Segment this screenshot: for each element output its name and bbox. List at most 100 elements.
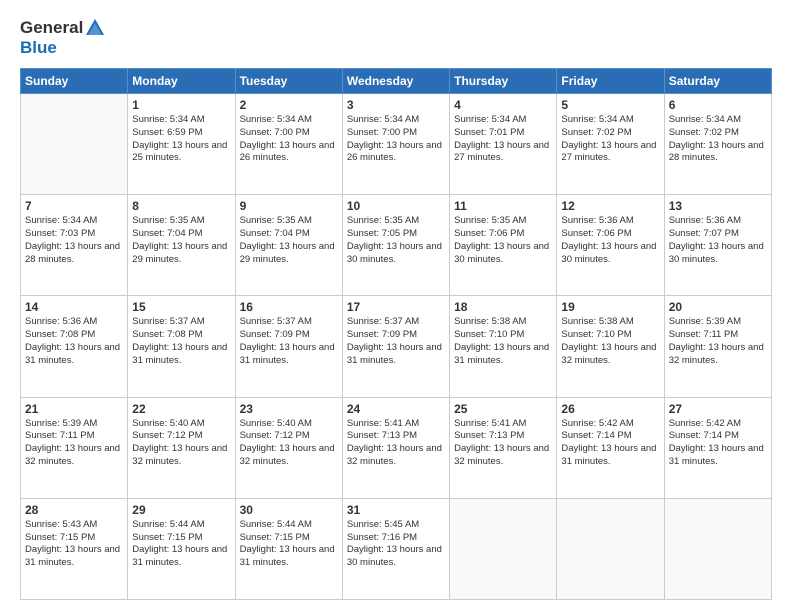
day-detail: Sunrise: 5:39 AMSunset: 7:11 PMDaylight:… [669, 316, 764, 365]
day-cell: 9 Sunrise: 5:35 AMSunset: 7:04 PMDayligh… [235, 195, 342, 296]
day-number: 11 [454, 199, 552, 213]
day-detail: Sunrise: 5:40 AMSunset: 7:12 PMDaylight:… [132, 418, 227, 467]
day-number: 30 [240, 503, 338, 517]
day-number: 21 [25, 402, 123, 416]
day-detail: Sunrise: 5:34 AMSunset: 7:00 PMDaylight:… [347, 114, 442, 163]
day-number: 8 [132, 199, 230, 213]
logo-general-label: General [20, 18, 83, 38]
day-detail: Sunrise: 5:44 AMSunset: 7:15 PMDaylight:… [240, 519, 335, 568]
day-number: 26 [561, 402, 659, 416]
week-row-3: 21 Sunrise: 5:39 AMSunset: 7:11 PMDaylig… [21, 397, 772, 498]
day-detail: Sunrise: 5:38 AMSunset: 7:10 PMDaylight:… [454, 316, 549, 365]
col-header-tuesday: Tuesday [235, 69, 342, 94]
day-cell: 19 Sunrise: 5:38 AMSunset: 7:10 PMDaylig… [557, 296, 664, 397]
day-detail: Sunrise: 5:34 AMSunset: 7:00 PMDaylight:… [240, 114, 335, 163]
day-number: 10 [347, 199, 445, 213]
day-detail: Sunrise: 5:43 AMSunset: 7:15 PMDaylight:… [25, 519, 120, 568]
day-detail: Sunrise: 5:42 AMSunset: 7:14 PMDaylight:… [561, 418, 656, 467]
day-detail: Sunrise: 5:37 AMSunset: 7:09 PMDaylight:… [347, 316, 442, 365]
day-number: 16 [240, 300, 338, 314]
day-cell [450, 498, 557, 599]
day-number: 4 [454, 98, 552, 112]
logo-triangle-icon [85, 18, 105, 38]
day-detail: Sunrise: 5:41 AMSunset: 7:13 PMDaylight:… [347, 418, 442, 467]
day-cell: 17 Sunrise: 5:37 AMSunset: 7:09 PMDaylig… [342, 296, 449, 397]
day-detail: Sunrise: 5:35 AMSunset: 7:04 PMDaylight:… [240, 215, 335, 264]
day-cell: 13 Sunrise: 5:36 AMSunset: 7:07 PMDaylig… [664, 195, 771, 296]
header: General Blue [20, 18, 772, 58]
col-header-thursday: Thursday [450, 69, 557, 94]
day-number: 7 [25, 199, 123, 213]
day-cell: 14 Sunrise: 5:36 AMSunset: 7:08 PMDaylig… [21, 296, 128, 397]
day-cell: 8 Sunrise: 5:35 AMSunset: 7:04 PMDayligh… [128, 195, 235, 296]
day-number: 23 [240, 402, 338, 416]
day-cell: 26 Sunrise: 5:42 AMSunset: 7:14 PMDaylig… [557, 397, 664, 498]
day-detail: Sunrise: 5:36 AMSunset: 7:08 PMDaylight:… [25, 316, 120, 365]
day-number: 29 [132, 503, 230, 517]
day-detail: Sunrise: 5:34 AMSunset: 7:02 PMDaylight:… [561, 114, 656, 163]
day-cell: 3 Sunrise: 5:34 AMSunset: 7:00 PMDayligh… [342, 94, 449, 195]
day-number: 2 [240, 98, 338, 112]
day-cell [664, 498, 771, 599]
day-number: 12 [561, 199, 659, 213]
page: General Blue SundayMondayTuesdayWednesda… [0, 0, 792, 612]
week-row-2: 14 Sunrise: 5:36 AMSunset: 7:08 PMDaylig… [21, 296, 772, 397]
day-number: 9 [240, 199, 338, 213]
day-cell: 11 Sunrise: 5:35 AMSunset: 7:06 PMDaylig… [450, 195, 557, 296]
day-detail: Sunrise: 5:34 AMSunset: 7:02 PMDaylight:… [669, 114, 764, 163]
day-number: 20 [669, 300, 767, 314]
col-header-monday: Monday [128, 69, 235, 94]
calendar-table: SundayMondayTuesdayWednesdayThursdayFrid… [20, 68, 772, 600]
day-cell: 29 Sunrise: 5:44 AMSunset: 7:15 PMDaylig… [128, 498, 235, 599]
day-cell: 21 Sunrise: 5:39 AMSunset: 7:11 PMDaylig… [21, 397, 128, 498]
day-detail: Sunrise: 5:38 AMSunset: 7:10 PMDaylight:… [561, 316, 656, 365]
day-cell: 6 Sunrise: 5:34 AMSunset: 7:02 PMDayligh… [664, 94, 771, 195]
day-cell [557, 498, 664, 599]
day-number: 25 [454, 402, 552, 416]
day-detail: Sunrise: 5:35 AMSunset: 7:05 PMDaylight:… [347, 215, 442, 264]
day-number: 15 [132, 300, 230, 314]
week-row-1: 7 Sunrise: 5:34 AMSunset: 7:03 PMDayligh… [21, 195, 772, 296]
day-detail: Sunrise: 5:34 AMSunset: 6:59 PMDaylight:… [132, 114, 227, 163]
day-cell: 30 Sunrise: 5:44 AMSunset: 7:15 PMDaylig… [235, 498, 342, 599]
day-number: 14 [25, 300, 123, 314]
day-cell: 24 Sunrise: 5:41 AMSunset: 7:13 PMDaylig… [342, 397, 449, 498]
day-cell: 25 Sunrise: 5:41 AMSunset: 7:13 PMDaylig… [450, 397, 557, 498]
day-cell: 15 Sunrise: 5:37 AMSunset: 7:08 PMDaylig… [128, 296, 235, 397]
logo: General Blue [20, 18, 105, 58]
day-cell: 22 Sunrise: 5:40 AMSunset: 7:12 PMDaylig… [128, 397, 235, 498]
day-cell: 10 Sunrise: 5:35 AMSunset: 7:05 PMDaylig… [342, 195, 449, 296]
col-header-sunday: Sunday [21, 69, 128, 94]
day-detail: Sunrise: 5:41 AMSunset: 7:13 PMDaylight:… [454, 418, 549, 467]
day-cell [21, 94, 128, 195]
day-cell: 31 Sunrise: 5:45 AMSunset: 7:16 PMDaylig… [342, 498, 449, 599]
day-cell: 4 Sunrise: 5:34 AMSunset: 7:01 PMDayligh… [450, 94, 557, 195]
day-number: 17 [347, 300, 445, 314]
logo-blue-label: Blue [20, 38, 57, 57]
day-cell: 12 Sunrise: 5:36 AMSunset: 7:06 PMDaylig… [557, 195, 664, 296]
col-header-friday: Friday [557, 69, 664, 94]
day-detail: Sunrise: 5:37 AMSunset: 7:09 PMDaylight:… [240, 316, 335, 365]
col-header-saturday: Saturday [664, 69, 771, 94]
day-cell: 27 Sunrise: 5:42 AMSunset: 7:14 PMDaylig… [664, 397, 771, 498]
col-header-wednesday: Wednesday [342, 69, 449, 94]
day-detail: Sunrise: 5:39 AMSunset: 7:11 PMDaylight:… [25, 418, 120, 467]
week-row-4: 28 Sunrise: 5:43 AMSunset: 7:15 PMDaylig… [21, 498, 772, 599]
day-detail: Sunrise: 5:35 AMSunset: 7:06 PMDaylight:… [454, 215, 549, 264]
day-cell: 2 Sunrise: 5:34 AMSunset: 7:00 PMDayligh… [235, 94, 342, 195]
day-number: 27 [669, 402, 767, 416]
day-detail: Sunrise: 5:36 AMSunset: 7:06 PMDaylight:… [561, 215, 656, 264]
day-cell: 28 Sunrise: 5:43 AMSunset: 7:15 PMDaylig… [21, 498, 128, 599]
day-detail: Sunrise: 5:44 AMSunset: 7:15 PMDaylight:… [132, 519, 227, 568]
day-number: 6 [669, 98, 767, 112]
day-detail: Sunrise: 5:45 AMSunset: 7:16 PMDaylight:… [347, 519, 442, 568]
day-number: 31 [347, 503, 445, 517]
day-number: 3 [347, 98, 445, 112]
day-cell: 18 Sunrise: 5:38 AMSunset: 7:10 PMDaylig… [450, 296, 557, 397]
day-detail: Sunrise: 5:37 AMSunset: 7:08 PMDaylight:… [132, 316, 227, 365]
day-number: 1 [132, 98, 230, 112]
day-cell: 7 Sunrise: 5:34 AMSunset: 7:03 PMDayligh… [21, 195, 128, 296]
day-number: 18 [454, 300, 552, 314]
day-number: 22 [132, 402, 230, 416]
day-detail: Sunrise: 5:40 AMSunset: 7:12 PMDaylight:… [240, 418, 335, 467]
